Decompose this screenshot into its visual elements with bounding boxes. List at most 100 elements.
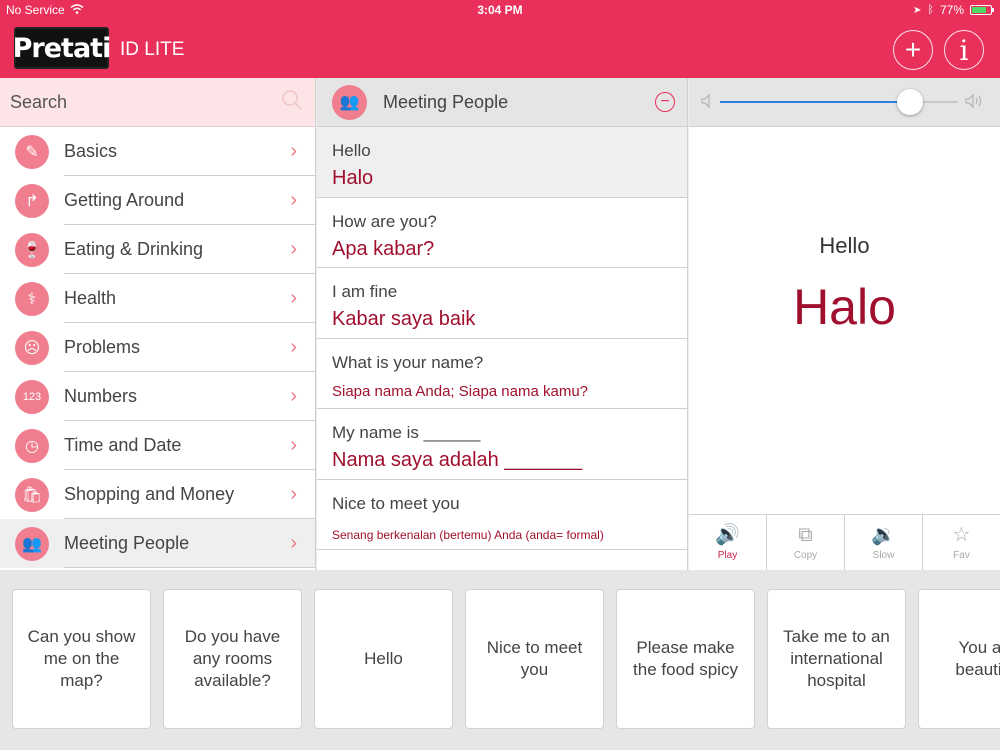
sidebar-item-label: Basics xyxy=(64,140,118,161)
sidebar-item-shopping-and-money[interactable]: 🛍 Shopping and Money › xyxy=(0,470,315,519)
people-icon: 👥 xyxy=(332,84,367,120)
phrase-row[interactable]: What is your name? Siapa nama Anda; Siapa… xyxy=(317,339,687,409)
display-english: Hello xyxy=(819,233,870,258)
stethoscope-icon: ⚕ xyxy=(15,281,49,316)
slow-button[interactable]: 🔉 Slow xyxy=(845,515,923,570)
phrase-row[interactable]: How are you? Apa kabar? xyxy=(317,198,687,268)
menu-item-body: Health › xyxy=(64,274,315,323)
battery-percent: 77% xyxy=(939,3,964,17)
app-subtitle: ID LITE xyxy=(120,39,185,60)
chevron-right-icon: › xyxy=(290,286,297,309)
phrase-panel-title: Meeting People xyxy=(383,91,509,112)
phrase-list: Hello Halo How are you? Apa kabar? I am fine… xyxy=(317,127,687,550)
phrase-english: I am fine xyxy=(332,282,398,301)
favorite-card[interactable]: Hello xyxy=(314,589,453,729)
category-panel: Search ✎ Basics › ↱ Getting Around › 🍷 Eating &… xyxy=(0,78,316,570)
copy-button[interactable]: ⧉ Copy xyxy=(767,515,845,570)
sidebar-item-eating-drinking[interactable]: 🍷 Eating & Drinking › xyxy=(0,225,315,274)
sidebar-item-problems[interactable]: ☹ Problems › xyxy=(0,323,315,372)
phrase-indonesian: Siapa nama Anda; Siapa nama kamu? xyxy=(332,382,589,400)
sidebar-item-getting-around[interactable]: ↱ Getting Around › xyxy=(0,176,315,225)
chevron-right-icon: › xyxy=(290,139,297,162)
phrase-row[interactable]: Hello Halo xyxy=(317,127,687,198)
play-button[interactable]: 🔊 Play xyxy=(689,515,767,570)
phrase-row[interactable]: I am fine Kabar saya baik xyxy=(317,268,687,339)
phrase-row[interactable]: My name is ______ Nama saya adalah ______… xyxy=(317,409,687,480)
menu-item-body: Shopping and Money › xyxy=(64,470,315,519)
favorite-card[interactable]: Take me to an international hospital xyxy=(767,589,906,729)
numbers-icon: 123 xyxy=(15,379,49,414)
phrase-indonesian: Kabar saya baik xyxy=(332,308,476,330)
status-bar: No Service 3:04 PM ➤ ᛒ 77% xyxy=(0,0,1000,20)
action-label: Play xyxy=(717,550,738,561)
info-button[interactable]: i xyxy=(944,30,984,70)
menu-item-body: Numbers › xyxy=(64,372,315,421)
favorite-card[interactable]: Do you have any rooms available? xyxy=(163,589,302,729)
pencil-icon: ✎ xyxy=(15,134,49,169)
sidebar-item-label: Numbers xyxy=(64,385,138,406)
phrase-indonesian: Apa kabar? xyxy=(332,237,435,260)
phrase-panel-header: 👥 Meeting People − xyxy=(317,78,687,127)
sidebar-item-label: Getting Around xyxy=(64,189,185,210)
app-header: No Service 3:04 PM ➤ ᛒ 77% Pretati ID LI… xyxy=(0,0,1000,78)
sidebar-item-meeting-people[interactable]: 👥 Meeting People › xyxy=(0,519,315,568)
info-icon: i xyxy=(959,33,969,67)
sad-face-icon: ☹ xyxy=(15,330,49,365)
sidebar-item-label: Health xyxy=(64,287,117,308)
action-bar: 🔊 Play ⧉ Copy 🔉 Slow ☆ Fav xyxy=(689,514,1000,570)
star-icon: ☆ xyxy=(952,524,971,546)
chevron-right-icon: › xyxy=(290,531,297,554)
shopping-bag-icon: 🛍 xyxy=(15,477,49,512)
display-indonesian: Halo xyxy=(793,279,896,335)
pretati-logo: Pretati xyxy=(13,27,111,69)
chevron-right-icon: › xyxy=(290,237,297,260)
clock-icon: ◷ xyxy=(15,428,49,463)
add-button[interactable]: + xyxy=(893,30,933,70)
phrase-row[interactable]: Nice to meet you Senang berkenalan (berte… xyxy=(317,480,687,550)
favorite-card[interactable]: Can you show me on the map? xyxy=(12,589,151,729)
volume-high-icon xyxy=(965,93,985,111)
menu-item-body: Problems › xyxy=(64,323,315,372)
search-icon xyxy=(281,89,303,116)
sidebar-item-health[interactable]: ⚕ Health › xyxy=(0,274,315,323)
sidebar-item-numbers[interactable]: 123 Numbers › xyxy=(0,372,315,421)
people-icon: 👥 xyxy=(15,526,49,561)
chevron-right-icon: › xyxy=(290,384,297,407)
sidebar-item-label: Time and Date xyxy=(64,434,182,455)
glass-icon: 🍷 xyxy=(15,232,49,267)
phrase-panel: 👥 Meeting People − Hello Halo How are you?… xyxy=(317,78,688,570)
sidebar-item-basics[interactable]: ✎ Basics › xyxy=(0,127,315,176)
plus-icon: + xyxy=(904,34,922,65)
favorite-card[interactable]: You are beautiful xyxy=(918,589,1000,729)
chevron-right-icon: › xyxy=(290,433,297,456)
sidebar-item-label: Shopping and Money xyxy=(64,483,235,504)
search-input[interactable]: Search xyxy=(10,92,67,113)
chevron-right-icon: › xyxy=(290,335,297,358)
menu-item-body: Time and Date › xyxy=(64,421,315,470)
collapse-button[interactable]: − xyxy=(655,92,675,112)
sidebar-item-time-and-date[interactable]: ◷ Time and Date › xyxy=(0,421,315,470)
volume-fill xyxy=(720,101,911,103)
category-list: ✎ Basics › ↱ Getting Around › 🍷 Eating & Drinki… xyxy=(0,127,315,568)
favorite-card[interactable]: Nice to meet you xyxy=(465,589,604,729)
menu-item-body: Meeting People › xyxy=(64,519,315,568)
volume-knob[interactable] xyxy=(897,89,924,115)
sidebar-item-label: Problems xyxy=(64,336,141,357)
fav-button[interactable]: ☆ Fav xyxy=(923,515,1000,570)
menu-item-body: Getting Around › xyxy=(64,176,315,225)
action-label: Copy xyxy=(793,550,818,561)
chevron-right-icon: › xyxy=(290,188,297,211)
search-bar[interactable]: Search xyxy=(0,78,315,127)
battery-icon xyxy=(970,5,994,15)
phrase-indonesian: Halo xyxy=(332,167,374,189)
phrase-indonesian: Senang berkenalan (bertemu) Anda (anda= … xyxy=(332,527,604,542)
volume-slider[interactable] xyxy=(720,89,958,115)
speaker-icon: 🔊 xyxy=(715,524,740,546)
turn-arrow-icon: ↱ xyxy=(15,183,49,218)
chevron-right-icon: › xyxy=(290,482,297,505)
phrase-english: Nice to meet you xyxy=(332,493,460,513)
action-label: Slow xyxy=(872,550,895,561)
favorite-card[interactable]: Please make the food spicy xyxy=(616,589,755,729)
menu-item-body: Basics › xyxy=(64,127,315,176)
phrase-display-panel: Hello Halo 🔊 Play ⧉ Copy 🔉 Slow ☆ Fav xyxy=(689,78,1000,570)
